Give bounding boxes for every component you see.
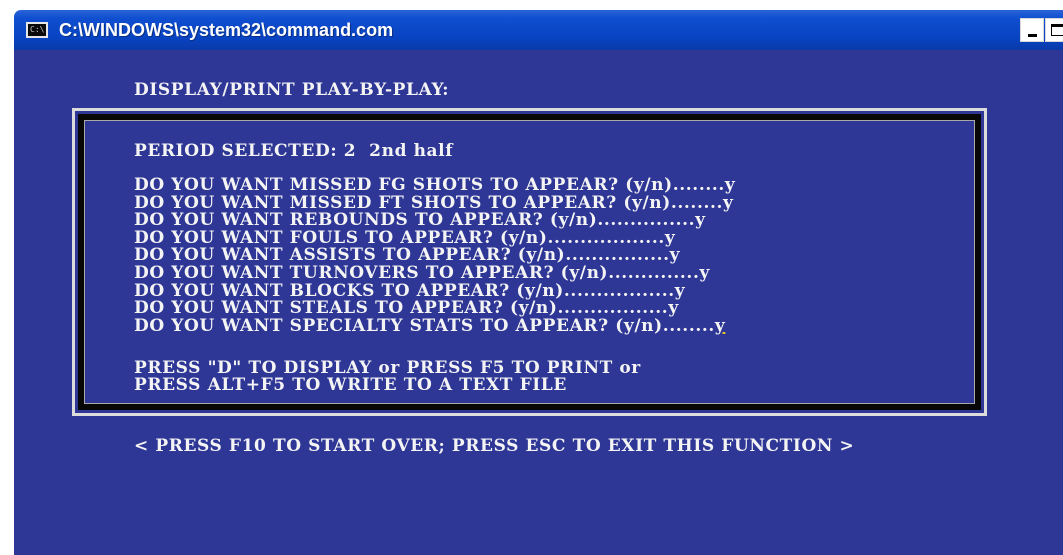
question-row: DO YOU WANT SPECIALTY STATS TO APPEAR? (… [134, 315, 725, 336]
instruction-line-2: PRESS ALT+F5 TO WRITE TO A TEXT FILE [134, 375, 567, 395]
footer-instructions: < PRESS F10 TO START OVER; PRESS ESC TO … [134, 436, 855, 456]
question-row: DO YOU WANT MISSED FT SHOTS TO APPEAR? (… [134, 193, 734, 213]
answer-input[interactable]: y [723, 193, 733, 213]
question-row: DO YOU WANT REBOUNDS TO APPEAR? (y/n)...… [134, 210, 706, 230]
answer-input[interactable]: y [695, 210, 705, 230]
question-row: DO YOU WANT ASSISTS TO APPEAR? (y/n)....… [134, 247, 680, 264]
title-bar[interactable]: C:\ C:\WINDOWS\system32\command.com × [14, 10, 1063, 50]
question-row: DO YOU WANT MISSED FG SHOTS TO APPEAR? (… [134, 177, 735, 194]
minimize-button[interactable] [1020, 18, 1044, 42]
answer-input[interactable]: y [715, 316, 725, 336]
question-row: DO YOU WANT TURNOVERS TO APPEAR? (y/n)..… [134, 263, 710, 283]
console-area[interactable]: DISPLAY/PRINT PLAY-BY-PLAY: PERIOD SELEC… [14, 50, 1063, 555]
question-row: DO YOU WANT BLOCKS TO APPEAR? (y/n).....… [134, 282, 685, 299]
question-row: DO YOU WANT FOULS TO APPEAR? (y/n)......… [134, 229, 675, 246]
question-prompt: DO YOU WANT SPECIALTY STATS TO APPEAR? (… [134, 315, 715, 336]
period-selected-label: PERIOD SELECTED: 2 2nd half [134, 141, 454, 161]
maximize-icon [1051, 24, 1063, 36]
maximize-button[interactable] [1045, 18, 1063, 42]
answer-input[interactable]: y [699, 263, 709, 283]
screen-header: DISPLAY/PRINT PLAY-BY-PLAY: [134, 80, 450, 100]
console-app-icon[interactable]: C:\ [26, 22, 48, 38]
window-title: C:\WINDOWS\system32\command.com [59, 20, 394, 40]
minimize-icon [1028, 34, 1037, 37]
command-prompt-window: C:\ C:\WINDOWS\system32\command.com × DI… [0, 0, 1063, 555]
instruction-line-1: PRESS "D" TO DISPLAY or PRESS F5 TO PRIN… [134, 358, 641, 378]
question-row: DO YOU WANT STEALS TO APPEAR? (y/n).....… [134, 300, 679, 317]
